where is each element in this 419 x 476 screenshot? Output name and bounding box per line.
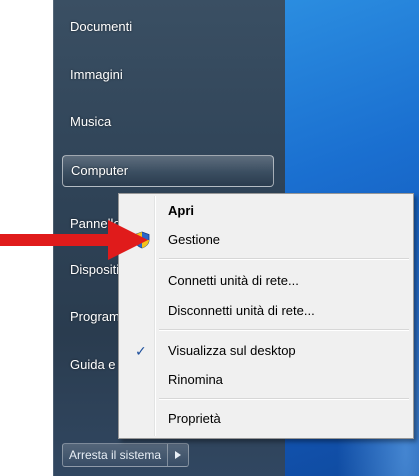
context-item-visualizza-desktop[interactable]: ✓ Visualizza sul desktop bbox=[121, 338, 411, 364]
start-item-computer[interactable]: Computer bbox=[62, 155, 274, 187]
shutdown-group: Arresta il sistema bbox=[62, 443, 190, 467]
context-item-gestione[interactable]: Gestione bbox=[121, 227, 411, 253]
context-item-apri[interactable]: Apri bbox=[121, 198, 411, 224]
context-item-proprieta[interactable]: Proprietà bbox=[121, 406, 411, 432]
context-item-connetti[interactable]: Connetti unità di rete... bbox=[121, 268, 411, 294]
context-separator bbox=[159, 258, 409, 260]
context-item-label: Gestione bbox=[168, 232, 221, 247]
context-separator bbox=[159, 329, 409, 331]
check-icon: ✓ bbox=[135, 343, 147, 359]
context-separator bbox=[159, 398, 409, 400]
context-item-label: Visualizza sul desktop bbox=[168, 343, 296, 358]
context-item-disconnetti[interactable]: Disconnetti unità di rete... bbox=[121, 298, 411, 324]
shutdown-button[interactable]: Arresta il sistema bbox=[62, 443, 169, 467]
start-item-immagini[interactable]: Immagini bbox=[62, 60, 274, 90]
shutdown-options-button[interactable] bbox=[168, 443, 190, 467]
start-item-musica[interactable]: Musica bbox=[62, 107, 274, 137]
red-arrow-icon bbox=[0, 220, 148, 260]
start-item-documenti[interactable]: Documenti bbox=[62, 12, 274, 42]
triangle-right-icon bbox=[175, 451, 182, 459]
context-menu: Apri Gestione Connetti unità di rete... … bbox=[118, 193, 414, 439]
context-item-rinomina[interactable]: Rinomina bbox=[121, 367, 411, 393]
